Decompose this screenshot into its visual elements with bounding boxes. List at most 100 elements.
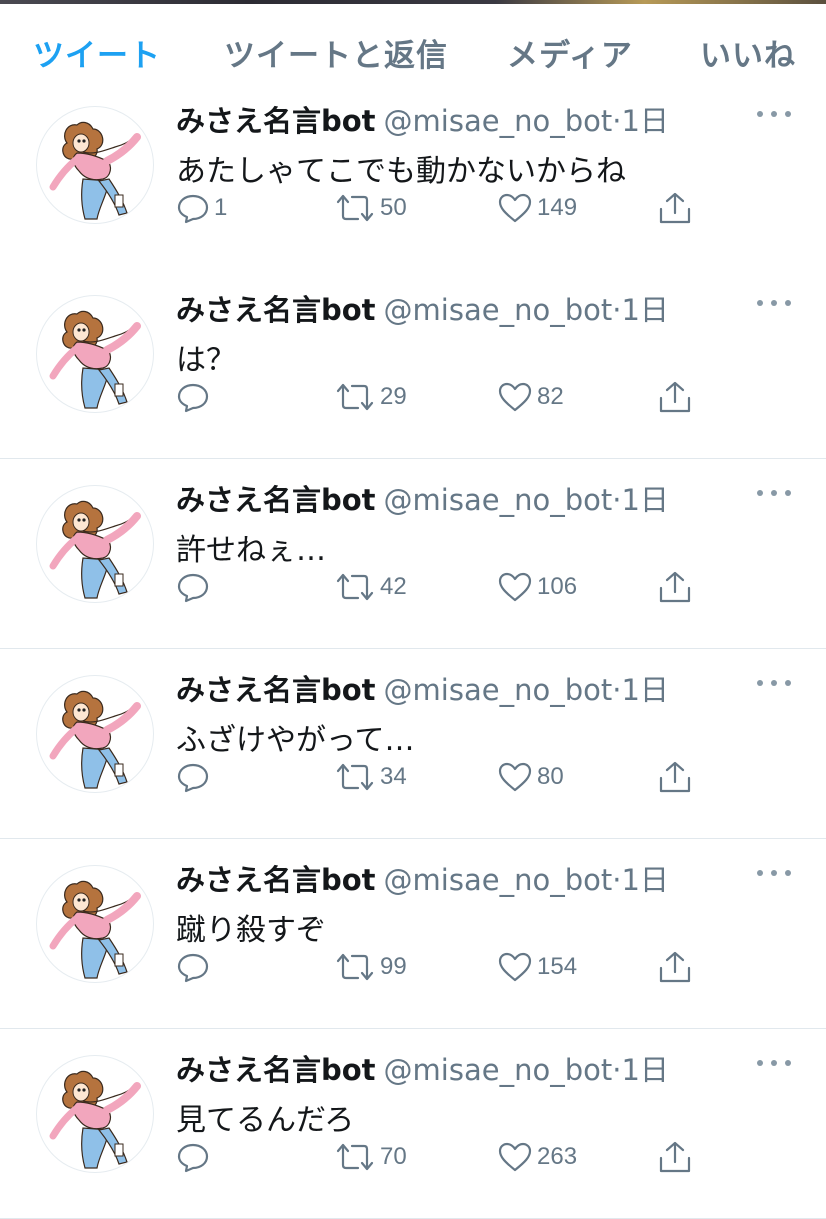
timestamp[interactable]: 1日 [621,863,668,897]
retweet-button[interactable]: 29 [334,379,407,415]
reply-button[interactable] [176,1139,214,1175]
tweet-text: は？ [176,343,236,378]
tweet-header: みさえ名言bot @misae_no_bot·1日 [176,667,776,711]
heart-icon [498,572,532,602]
like-count: 263 [537,1143,578,1170]
retweet-button[interactable]: 70 [334,1139,407,1175]
avatar[interactable] [36,675,154,793]
speech-bubble-icon [177,573,209,603]
heart-icon [498,382,532,412]
like-button[interactable]: 106 [497,569,577,605]
share-button[interactable] [656,190,694,226]
reply-button[interactable] [176,759,214,795]
tweet-header: みさえ名言bot @misae_no_bot·1日 [176,477,776,521]
display-name[interactable]: みさえ名言bot [176,483,376,517]
user-handle[interactable]: @misae_no_bot [384,293,613,327]
tab-tweets-and-replies[interactable]: ツイートと返信 [224,30,448,75]
speech-bubble-icon [177,194,209,224]
avatar[interactable] [36,295,154,413]
timestamp[interactable]: 1日 [621,483,668,517]
tweet-header: みさえ名言bot @misae_no_bot·1日 [176,1047,776,1091]
avatar[interactable] [36,485,154,603]
reply-count: 1 [214,194,228,221]
tab-likes[interactable]: いいね [700,30,796,75]
like-button[interactable]: 154 [497,949,577,985]
reply-button[interactable] [176,569,214,605]
display-name[interactable]: みさえ名言bot [176,863,376,897]
more-dots-icon[interactable] [754,104,794,124]
timestamp[interactable]: 1日 [621,1053,668,1087]
reply-button[interactable] [176,949,214,985]
like-button[interactable]: 82 [497,379,564,415]
share-button[interactable] [656,1139,694,1175]
retweet-count: 34 [380,763,407,790]
share-button[interactable] [656,759,694,795]
share-button[interactable] [656,949,694,985]
timestamp[interactable]: 1日 [621,293,668,327]
retweet-button[interactable]: 42 [334,569,407,605]
tweet-item[interactable]: みさえ名言bot @misae_no_bot·1日 蹴り殺すぞ 99 154 [0,839,826,1029]
avatar[interactable] [36,106,154,224]
like-count: 80 [537,763,564,790]
user-handle[interactable]: @misae_no_bot [384,1053,613,1087]
display-name[interactable]: みさえ名言bot [176,104,376,138]
retweet-button[interactable]: 50 [334,190,407,226]
tweet-item[interactable]: みさえ名言bot @misae_no_bot·1日 許せねぇ… 42 106 [0,459,826,649]
timestamp[interactable]: 1日 [621,673,668,707]
retweet-count: 50 [380,194,407,221]
heart-icon [498,762,532,792]
more-dots-icon[interactable] [754,1053,794,1073]
like-count: 149 [537,194,578,221]
tweet-header: みさえ名言bot @misae_no_bot·1日 [176,287,776,331]
user-handle[interactable]: @misae_no_bot [384,104,613,138]
reply-button[interactable] [176,379,214,415]
like-button[interactable]: 263 [497,1139,577,1175]
like-count: 82 [537,383,564,410]
retweet-arrows-icon [336,573,374,601]
retweet-button[interactable]: 34 [334,759,407,795]
like-count: 154 [537,953,578,980]
display-name[interactable]: みさえ名言bot [176,1053,376,1087]
retweet-arrows-icon [336,383,374,411]
timestamp[interactable]: 1日 [621,104,668,138]
tweet-header: みさえ名言bot @misae_no_bot·1日 [176,857,776,901]
avatar-illustration-icon [49,880,141,979]
tab-media[interactable]: メディア [507,30,633,75]
like-button[interactable]: 149 [497,190,577,226]
reply-button[interactable]: 1 [176,190,227,226]
tweet-item[interactable]: みさえ名言bot @misae_no_bot·1日 ふざけやがって… 34 80 [0,649,826,839]
tab-tweets[interactable]: ツイート [33,30,161,75]
share-button[interactable] [656,379,694,415]
retweet-button[interactable]: 99 [334,949,407,985]
share-upload-icon [659,761,691,793]
tweet-header: みさえ名言bot @misae_no_bot·1日 [176,98,776,142]
share-button[interactable] [656,569,694,605]
avatar-illustration-icon [49,121,141,220]
tweet-text: あたしゃてこでも動かないからね [176,154,626,189]
avatar-illustration-icon [49,310,141,409]
share-upload-icon [659,571,691,603]
speech-bubble-icon [177,953,209,983]
retweet-arrows-icon [336,953,374,981]
share-upload-icon [659,1141,691,1173]
avatar[interactable] [36,1055,154,1173]
more-dots-icon[interactable] [754,293,794,313]
display-name[interactable]: みさえ名言bot [176,293,376,327]
avatar[interactable] [36,865,154,983]
user-handle[interactable]: @misae_no_bot [384,673,613,707]
more-dots-icon[interactable] [754,863,794,883]
tweet-item[interactable]: みさえ名言bot @misae_no_bot·1日 は？ 29 82 [0,269,826,459]
more-dots-icon[interactable] [754,673,794,693]
retweet-arrows-icon [336,763,374,791]
user-handle[interactable]: @misae_no_bot [384,483,613,517]
avatar-illustration-icon [49,1070,141,1169]
tweet-text: ふざけやがって… [176,723,415,758]
tweet-item[interactable]: みさえ名言bot @misae_no_bot·1日 あたしゃてこでも動かないからね… [0,80,826,270]
more-dots-icon[interactable] [754,483,794,503]
speech-bubble-icon [177,763,209,793]
user-handle[interactable]: @misae_no_bot [384,863,613,897]
display-name[interactable]: みさえ名言bot [176,673,376,707]
like-button[interactable]: 80 [497,759,564,795]
tweet-text: 許せねぇ… [176,533,326,568]
tweet-item[interactable]: みさえ名言bot @misae_no_bot·1日 見てるんだろ 70 263 [0,1029,826,1219]
